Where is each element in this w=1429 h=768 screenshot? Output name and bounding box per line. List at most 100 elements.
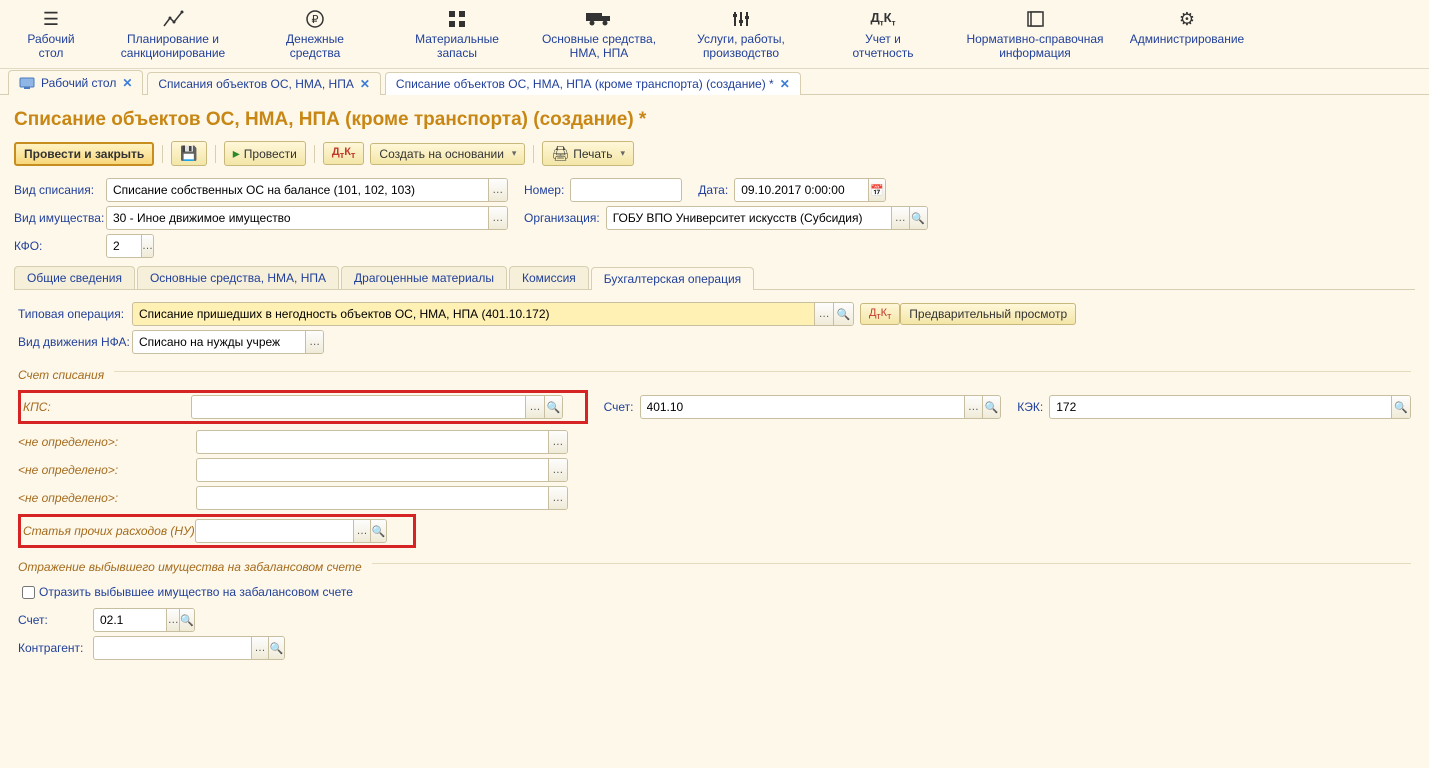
close-icon[interactable]: ✕ [360, 77, 370, 91]
kfo-field[interactable] [107, 235, 141, 257]
close-icon[interactable]: ✕ [780, 77, 790, 91]
tab-label: Списания объектов ОС, НМА, НПА [158, 77, 353, 91]
dtkt-icon: ДтКт [818, 8, 948, 30]
tab-list[interactable]: Списания объектов ОС, НМА, НПА ✕ [147, 72, 381, 95]
label-type: Вид списания: [14, 183, 106, 197]
sub-tabs: Общие сведения Основные средства, НМА, Н… [14, 266, 1415, 290]
save-button[interactable]: 💾 [171, 141, 206, 166]
nav-admin[interactable]: ⚙ Администрирование [1116, 4, 1258, 64]
select-icon[interactable]: … [548, 431, 567, 453]
select-icon[interactable]: … [166, 609, 179, 631]
undef-field-1[interactable] [197, 431, 548, 453]
undef-field-3[interactable] [197, 487, 548, 509]
post-and-close-button[interactable]: Провести и закрыть [14, 142, 154, 166]
org-field[interactable] [607, 207, 891, 229]
number-input[interactable] [570, 178, 682, 202]
kek-field[interactable] [1050, 396, 1391, 418]
search-icon[interactable]: 🔍 [833, 303, 853, 325]
subtab-commission[interactable]: Комиссия [509, 266, 589, 289]
undef-field-2[interactable] [197, 459, 548, 481]
date-input[interactable]: 📅 [734, 178, 886, 202]
tab-desktop[interactable]: Рабочий стол ✕ [8, 70, 143, 95]
sliders-icon [676, 8, 806, 30]
op-type-input[interactable]: … 🔍 [132, 302, 854, 326]
property-field[interactable] [107, 207, 488, 229]
select-icon[interactable]: … [141, 235, 153, 257]
contr-input[interactable]: … 🔍 [93, 636, 285, 660]
nav-money[interactable]: ₽ Денежныесредства [244, 4, 386, 64]
page-body: Списание объектов ОС, НМА, НПА (кроме тр… [0, 95, 1429, 676]
select-icon[interactable]: … [548, 459, 567, 481]
acct2-field[interactable] [94, 609, 166, 631]
search-icon[interactable]: 🔍 [1391, 396, 1410, 418]
nav-desktop[interactable]: ☰ Рабочийстол [0, 4, 102, 64]
ruble-icon: ₽ [250, 8, 380, 30]
expense-field[interactable] [196, 520, 353, 542]
select-icon[interactable]: … [353, 520, 369, 542]
print-button[interactable]: 🖨 Печать [542, 141, 634, 166]
type-field[interactable] [107, 179, 488, 201]
acct-field[interactable] [641, 396, 964, 418]
subtab-general[interactable]: Общие сведения [14, 266, 135, 289]
undef-input-1[interactable]: … [196, 430, 568, 454]
date-field[interactable] [735, 179, 868, 201]
dtkt-icon: ДтКт [869, 307, 891, 321]
search-icon[interactable]: 🔍 [268, 637, 284, 659]
search-icon[interactable]: 🔍 [544, 396, 562, 418]
number-field[interactable] [571, 179, 681, 201]
nfa-input[interactable]: … [132, 330, 324, 354]
acct2-input[interactable]: … 🔍 [93, 608, 195, 632]
search-icon[interactable]: 🔍 [179, 609, 194, 631]
subtab-metals[interactable]: Драгоценные материалы [341, 266, 507, 289]
select-icon[interactable]: … [964, 396, 982, 418]
create-on-basis-button[interactable]: Создать на основании [370, 143, 525, 165]
tab-document[interactable]: Списание объектов ОС, НМА, НПА (кроме тр… [385, 72, 801, 95]
reflect-checkbox[interactable] [22, 586, 35, 599]
kfo-input[interactable]: … [106, 234, 154, 258]
search-icon[interactable]: 🔍 [909, 207, 927, 229]
nav-reference[interactable]: Нормативно-справочнаяинформация [954, 4, 1116, 64]
acct-input[interactable]: … 🔍 [640, 395, 1002, 419]
select-icon[interactable]: … [251, 637, 267, 659]
nfa-field[interactable] [133, 331, 305, 353]
nav-materials[interactable]: Материальныезапасы [386, 4, 528, 64]
org-input[interactable]: … 🔍 [606, 206, 928, 230]
highlight-expense: Статья прочих расходов (НУ): … 🔍 [18, 514, 416, 548]
kek-input[interactable]: 🔍 [1049, 395, 1411, 419]
label-property: Вид имущества: [14, 211, 106, 225]
select-icon[interactable]: … [814, 303, 834, 325]
contr-field[interactable] [94, 637, 251, 659]
select-icon[interactable]: … [305, 331, 323, 353]
label-reflect: Отразить выбывшее имущество на забалансо… [39, 585, 353, 599]
select-icon[interactable]: … [488, 207, 507, 229]
subtab-assets[interactable]: Основные средства, НМА, НПА [137, 266, 339, 289]
expense-input[interactable]: … 🔍 [195, 519, 387, 543]
undef-input-2[interactable]: … [196, 458, 568, 482]
separator [215, 145, 216, 163]
select-icon[interactable]: … [548, 487, 567, 509]
nav-reports[interactable]: ДтКт Учет иотчетность [812, 4, 954, 64]
select-icon[interactable]: … [525, 396, 543, 418]
select-icon[interactable]: … [891, 207, 909, 229]
type-input[interactable]: … [106, 178, 508, 202]
label-kfo: КФО: [14, 239, 106, 253]
preview-button[interactable]: ДтКт [860, 303, 900, 325]
kps-input[interactable]: … 🔍 [191, 395, 563, 419]
close-icon[interactable]: ✕ [122, 76, 132, 90]
select-icon[interactable]: … [488, 179, 507, 201]
nav-assets[interactable]: Основные средства,НМА, НПА [528, 4, 670, 64]
preview-text-button[interactable]: Предварительный просмотр [900, 303, 1076, 325]
undef-input-3[interactable]: … [196, 486, 568, 510]
subtab-accounting[interactable]: Бухгалтерская операция [591, 267, 754, 290]
property-input[interactable]: … [106, 206, 508, 230]
dtkt-button[interactable]: ДтКт [323, 142, 365, 164]
post-button[interactable]: ▸ Провести [224, 141, 306, 166]
nav-planning[interactable]: Планирование исанкционирование [102, 4, 244, 64]
op-type-field[interactable] [133, 303, 814, 325]
search-icon[interactable]: 🔍 [982, 396, 1000, 418]
kps-field[interactable] [192, 396, 525, 418]
tab-label: Списание объектов ОС, НМА, НПА (кроме тр… [396, 77, 774, 91]
search-icon[interactable]: 🔍 [370, 520, 386, 542]
nav-services[interactable]: Услуги, работы,производство [670, 4, 812, 64]
calendar-icon[interactable]: 📅 [868, 179, 885, 201]
